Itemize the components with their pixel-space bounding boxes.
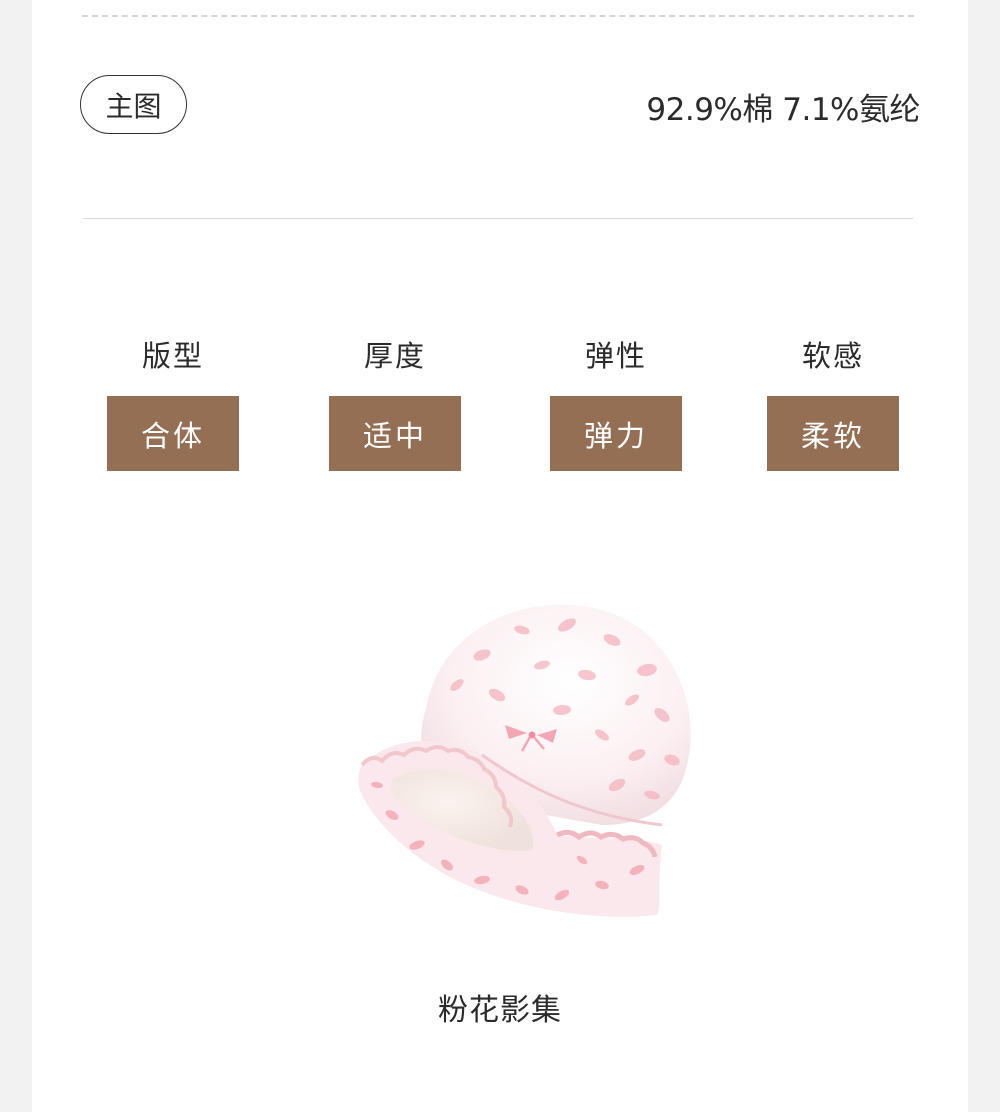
attribute-fit: 版型 合体 — [107, 336, 239, 471]
attribute-value-badge: 合体 — [107, 396, 239, 471]
divider-line — [83, 218, 913, 219]
product-detail-card: 主图 92.9%棉 7.1%氨纶 版型 合体 厚度 适中 弹性 弹力 软感 柔软 — [32, 0, 968, 1112]
attribute-label: 软感 — [801, 339, 864, 373]
product-name: 粉花影集 — [438, 993, 562, 1028]
dashed-separator — [82, 15, 914, 17]
main-image-tag[interactable]: 主图 — [80, 75, 187, 134]
baby-bonnet-image — [358, 604, 691, 917]
attribute-value-badge: 柔软 — [767, 396, 899, 471]
attribute-label: 厚度 — [363, 339, 426, 373]
attribute-thickness: 厚度 适中 — [329, 336, 461, 471]
attribute-elasticity: 弹性 弹力 — [550, 336, 682, 471]
attribute-softness: 软感 柔软 — [767, 336, 899, 471]
attribute-label: 版型 — [141, 339, 204, 373]
attribute-value-badge: 弹力 — [550, 396, 682, 471]
attribute-value-badge: 适中 — [329, 396, 461, 471]
attribute-label: 弹性 — [584, 339, 647, 373]
material-composition: 92.9%棉 7.1%氨纶 — [646, 92, 920, 128]
